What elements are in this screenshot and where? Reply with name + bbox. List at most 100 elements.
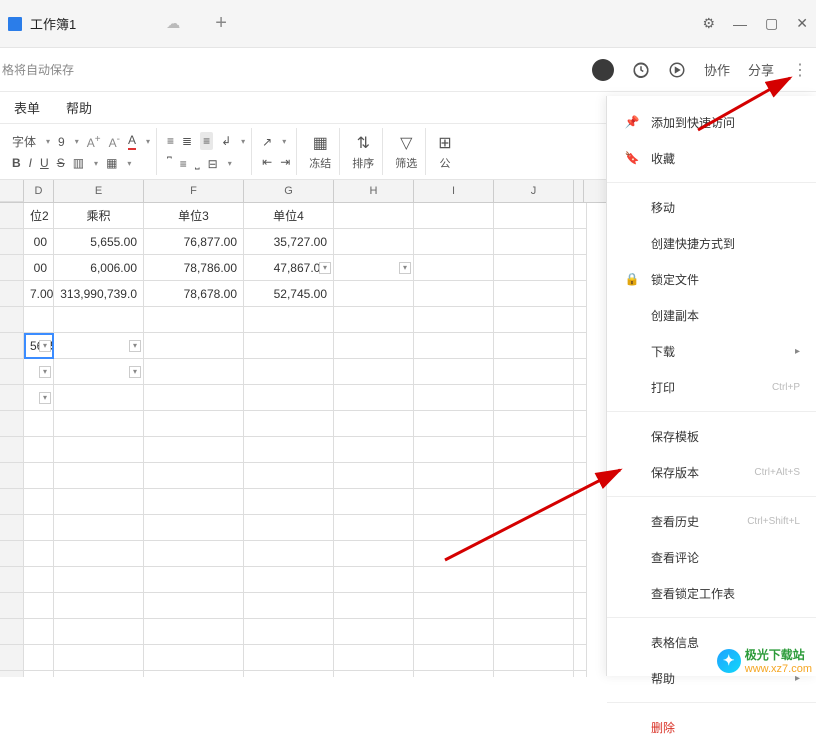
play-icon[interactable] — [668, 61, 686, 79]
active-cell[interactable]: 5645▾ — [24, 333, 54, 359]
empty-cell[interactable] — [244, 541, 334, 567]
empty-cell[interactable] — [144, 489, 244, 515]
indent-decrease-icon[interactable]: ⇤ — [262, 155, 272, 169]
col-header[interactable]: F — [144, 180, 244, 202]
valign-bottom-icon[interactable]: ⎵ — [195, 156, 200, 171]
empty-cell[interactable] — [414, 619, 494, 645]
italic-button[interactable]: I — [29, 156, 32, 170]
orientation-icon[interactable]: ↗ — [262, 135, 272, 149]
filter-arrow-icon[interactable]: ▾ — [129, 340, 141, 352]
filter-arrow-icon[interactable]: ▾ — [39, 340, 51, 352]
empty-cell[interactable] — [54, 593, 144, 619]
empty-cell[interactable] — [574, 515, 587, 541]
empty-cell[interactable] — [144, 541, 244, 567]
empty-cell[interactable] — [54, 619, 144, 645]
empty-cell[interactable] — [414, 671, 494, 677]
empty-cell[interactable] — [24, 437, 54, 463]
font-size-select[interactable]: 9 — [58, 135, 65, 149]
empty-cell[interactable] — [334, 515, 414, 541]
empty-cell[interactable] — [414, 463, 494, 489]
empty-cell[interactable] — [494, 411, 574, 437]
empty-cell[interactable] — [24, 411, 54, 437]
data-cell[interactable]: 76,877.00 — [144, 229, 244, 255]
filter-arrow-icon[interactable]: ▾ — [39, 366, 51, 378]
filter-arrow-icon[interactable]: ▾ — [39, 392, 51, 404]
menu-item-view-comments[interactable]: 查看评论 — [607, 539, 816, 575]
menu-item-copy[interactable]: 创建副本 — [607, 297, 816, 333]
filter-arrow-icon[interactable]: ▾ — [399, 262, 411, 274]
empty-cell[interactable] — [334, 463, 414, 489]
empty-cell[interactable] — [24, 567, 54, 593]
empty-cell[interactable] — [334, 645, 414, 671]
menu-item-add-quick[interactable]: 📌 添加到快速访问 — [607, 104, 816, 140]
empty-cell[interactable] — [494, 567, 574, 593]
col-header[interactable]: J — [494, 180, 574, 202]
empty-cell[interactable] — [494, 437, 574, 463]
empty-cell[interactable] — [144, 411, 244, 437]
empty-cell[interactable] — [54, 463, 144, 489]
empty-cell[interactable] — [54, 567, 144, 593]
menu-item-save-template[interactable]: 保存模板 — [607, 418, 816, 454]
maximize-button[interactable]: ▢ — [765, 15, 778, 32]
empty-cell[interactable] — [334, 567, 414, 593]
empty-cell[interactable] — [334, 489, 414, 515]
data-cell[interactable]: 47,867.00▾ — [244, 255, 334, 281]
empty-cell[interactable] — [54, 489, 144, 515]
empty-cell[interactable] — [144, 619, 244, 645]
empty-cell[interactable] — [144, 593, 244, 619]
align-right-icon[interactable]: ≡ — [200, 132, 213, 150]
empty-cell[interactable] — [244, 463, 334, 489]
empty-cell[interactable] — [54, 541, 144, 567]
empty-cell[interactable] — [54, 411, 144, 437]
header-cell[interactable]: 位2 — [24, 203, 54, 229]
empty-cell[interactable] — [574, 671, 587, 677]
gear-icon[interactable]: ⚙ — [702, 15, 715, 32]
menu-help[interactable]: 帮助 — [66, 98, 92, 117]
empty-cell[interactable] — [144, 567, 244, 593]
empty-cell[interactable] — [414, 489, 494, 515]
align-left-icon[interactable]: ≡ — [167, 134, 174, 148]
header-cell[interactable]: 单位3 — [144, 203, 244, 229]
empty-cell[interactable] — [144, 437, 244, 463]
menu-item-shortcut[interactable]: 创建快捷方式到 — [607, 225, 816, 261]
underline-button[interactable]: U — [40, 156, 49, 170]
empty-cell[interactable] — [494, 645, 574, 671]
header-cell[interactable]: 乘积 — [54, 203, 144, 229]
strike-button[interactable]: S — [57, 156, 65, 170]
data-cell[interactable]: 00 — [24, 229, 54, 255]
empty-cell[interactable] — [244, 437, 334, 463]
empty-cell[interactable] — [144, 463, 244, 489]
menu-item-lock[interactable]: 🔒 锁定文件 — [607, 261, 816, 297]
empty-cell[interactable] — [244, 645, 334, 671]
data-cell[interactable]: 5,655.00 — [54, 229, 144, 255]
increase-font-button[interactable]: A+ — [87, 134, 101, 150]
menu-item-download[interactable]: 下载 ▸ — [607, 333, 816, 369]
empty-cell[interactable] — [334, 671, 414, 677]
menu-item-delete[interactable]: 删除 — [607, 709, 816, 745]
empty-cell[interactable] — [574, 489, 587, 515]
close-button[interactable]: ✕ — [796, 15, 808, 32]
empty-cell[interactable] — [24, 645, 54, 671]
data-cell[interactable]: 313,990,739.0 — [54, 281, 144, 307]
sort-button[interactable]: ⇅ 排序 — [344, 128, 383, 175]
font-family-select[interactable]: 字体 — [12, 133, 36, 150]
col-header[interactable]: I — [414, 180, 494, 202]
empty-cell[interactable] — [54, 437, 144, 463]
menu-item-print[interactable]: 打印 Ctrl+P — [607, 369, 816, 405]
menu-item-view-locked[interactable]: 查看锁定工作表 — [607, 575, 816, 611]
share-button[interactable]: 分享 — [748, 60, 774, 79]
empty-cell[interactable] — [244, 593, 334, 619]
empty-cell[interactable] — [494, 593, 574, 619]
empty-cell[interactable] — [144, 645, 244, 671]
empty-cell[interactable] — [414, 437, 494, 463]
filter-arrow-icon[interactable]: ▾ — [319, 262, 331, 274]
indent-increase-icon[interactable]: ⇥ — [280, 155, 290, 169]
menu-item-view-history[interactable]: 查看历史 Ctrl+Shift+L — [607, 503, 816, 539]
empty-cell[interactable] — [494, 489, 574, 515]
empty-cell[interactable] — [244, 567, 334, 593]
fill-color-button[interactable]: ▥ — [73, 156, 84, 170]
empty-cell[interactable] — [574, 541, 587, 567]
empty-cell[interactable] — [24, 541, 54, 567]
empty-cell[interactable] — [334, 411, 414, 437]
data-cell[interactable]: 52,745.00 — [244, 281, 334, 307]
